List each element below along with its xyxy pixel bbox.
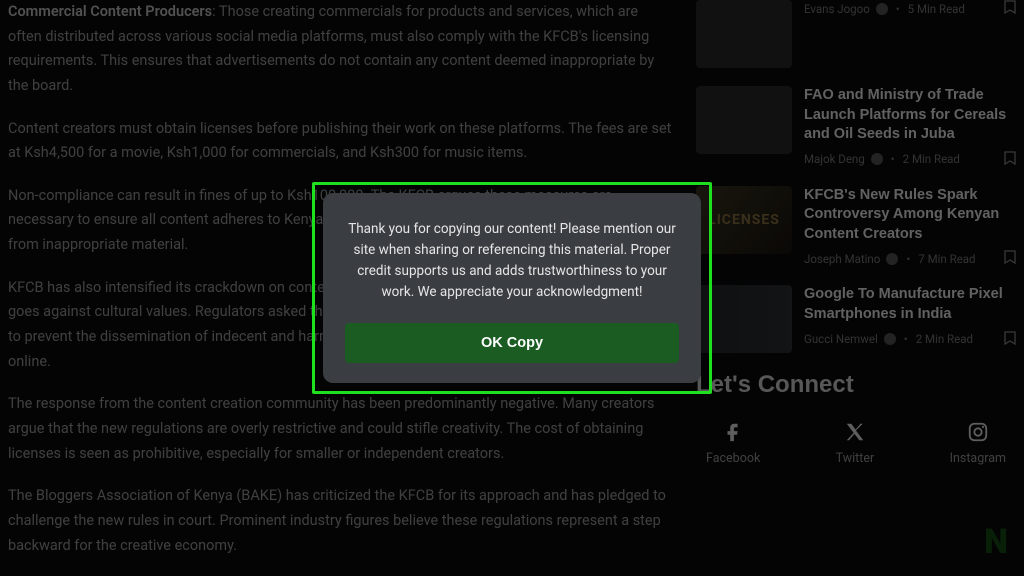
modal-message: Thank you for copying our content! Pleas… [345,219,679,303]
ok-copy-button[interactable]: OK Copy [345,323,679,363]
modal-overlay[interactable]: Thank you for copying our content! Pleas… [0,0,1024,576]
copy-credit-modal: Thank you for copying our content! Pleas… [323,193,701,383]
modal-highlight-border: Thank you for copying our content! Pleas… [312,182,712,394]
